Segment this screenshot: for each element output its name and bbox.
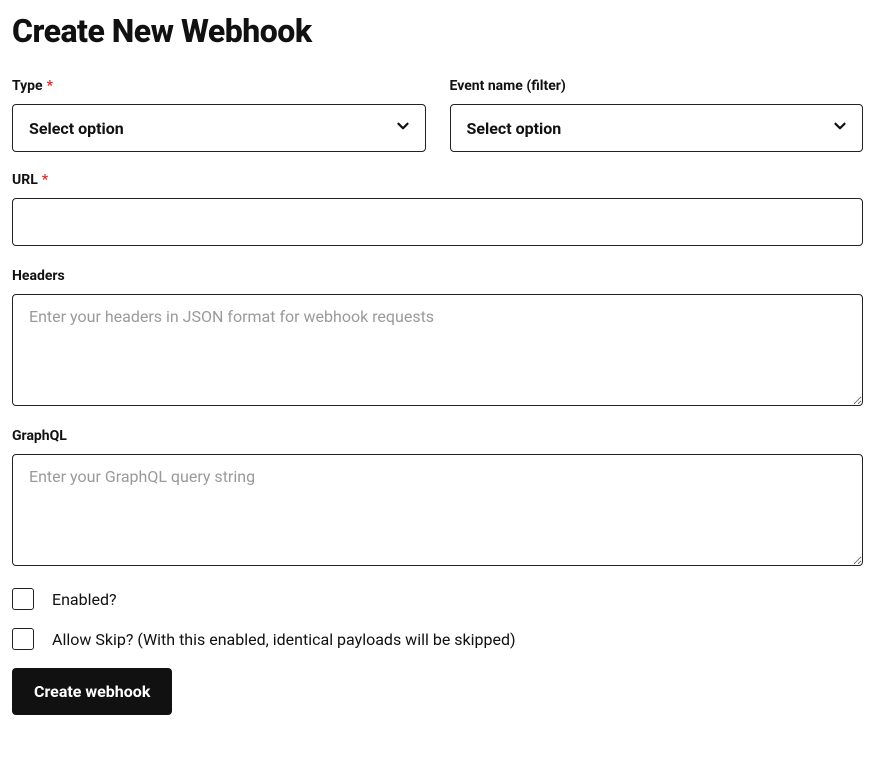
- type-select-value: Select option: [29, 119, 124, 138]
- allow-skip-checkbox-row: Allow Skip? (With this enabled, identica…: [12, 628, 863, 650]
- url-input[interactable]: [12, 198, 863, 246]
- enabled-checkbox[interactable]: [12, 588, 34, 610]
- allow-skip-checkbox-label[interactable]: Allow Skip? (With this enabled, identica…: [52, 630, 516, 649]
- graphql-label-text: GraphQL: [12, 428, 67, 444]
- event-name-select-wrapper: Select option: [450, 104, 864, 152]
- headers-label-text: Headers: [12, 268, 65, 284]
- event-name-label: Event name (filter): [450, 78, 864, 94]
- type-field-group: Type * Select option: [12, 78, 426, 152]
- create-webhook-button[interactable]: Create webhook: [12, 668, 172, 715]
- event-name-field-group: Event name (filter) Select option: [450, 78, 864, 152]
- enabled-checkbox-label[interactable]: Enabled?: [52, 590, 117, 609]
- type-select[interactable]: Select option: [12, 104, 426, 152]
- required-asterisk: *: [42, 172, 48, 188]
- url-label: URL *: [12, 172, 863, 188]
- headers-label: Headers: [12, 268, 863, 284]
- event-name-label-text: Event name (filter): [450, 78, 566, 94]
- graphql-field-group: GraphQL: [12, 428, 863, 566]
- event-name-select-value: Select option: [467, 119, 562, 138]
- allow-skip-checkbox[interactable]: [12, 628, 34, 650]
- url-field-group: URL *: [12, 172, 863, 246]
- page-title: Create New Webhook: [12, 12, 863, 50]
- event-name-select[interactable]: Select option: [450, 104, 864, 152]
- type-label-text: Type: [12, 78, 43, 94]
- type-select-wrapper: Select option: [12, 104, 426, 152]
- url-label-text: URL: [12, 172, 38, 188]
- type-label: Type *: [12, 78, 426, 94]
- headers-field-group: Headers: [12, 268, 863, 406]
- headers-textarea[interactable]: [12, 294, 863, 406]
- required-asterisk: *: [47, 78, 53, 94]
- enabled-checkbox-row: Enabled?: [12, 588, 863, 610]
- graphql-textarea[interactable]: [12, 454, 863, 566]
- graphql-label: GraphQL: [12, 428, 863, 444]
